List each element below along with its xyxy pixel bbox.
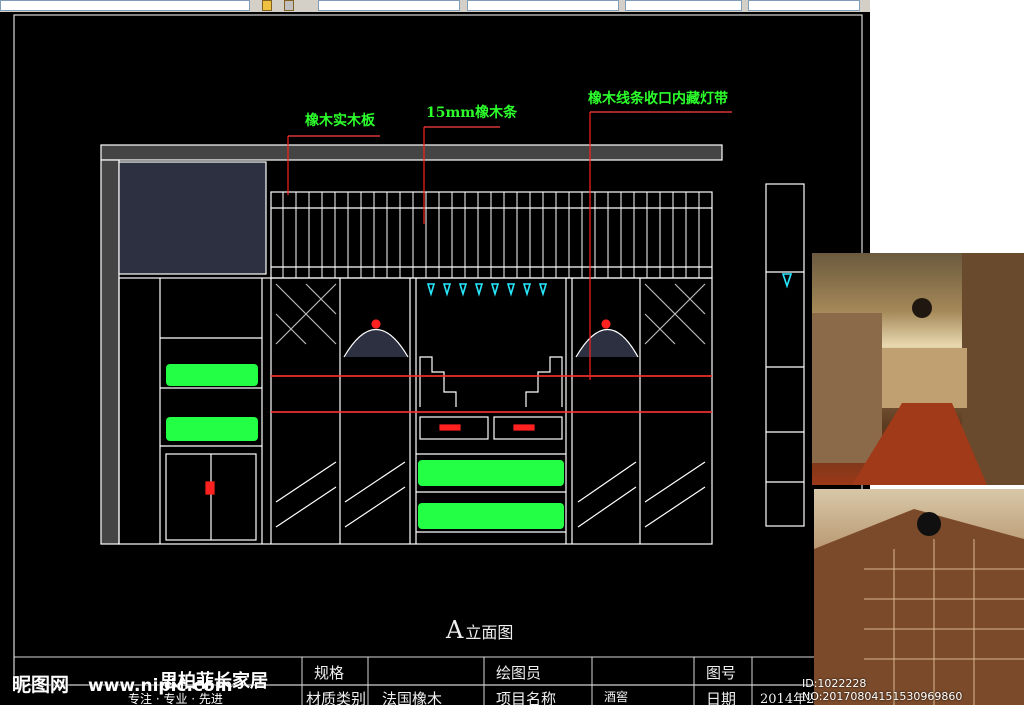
callout-oak-strip: 15mm橡木条 [426, 105, 518, 121]
cad-drawing-canvas[interactable]: 橡木实木板 15mm橡木条 橡木线条收口内藏灯带 A 立面图 规格 绘图员 图号 … [0, 12, 870, 708]
title-block-project-name: 项目名称 [496, 690, 557, 708]
title-block-drafter: 绘图员 [496, 664, 542, 682]
callout-oak-board: 橡木实木板 [305, 113, 375, 129]
linetype-dropdown[interactable] [467, 0, 619, 11]
stepped-rack-left [419, 356, 457, 407]
left-wall [100, 159, 120, 545]
cornice-slab [100, 144, 723, 161]
callout-oak-trim-light: 橡木线条收口内藏灯带 [588, 91, 728, 107]
color-dropdown[interactable] [318, 0, 460, 11]
wine-glasses [426, 273, 793, 297]
view-title-letter: A [446, 616, 464, 644]
title-block-drawing-no: 图号 [706, 664, 737, 682]
wine-cellar-photo [812, 253, 1024, 485]
diagonal-shelves-right [577, 461, 706, 528]
view-title-name: 立面图 [465, 623, 514, 642]
layer-state-icon[interactable] [262, 0, 272, 11]
plotstyle-dropdown[interactable] [748, 0, 860, 11]
watermark-slogan: 专注 · 专业 · 先进 [128, 692, 223, 706]
arch-niche-right [575, 329, 639, 358]
title-block-date: 日期 [706, 690, 737, 708]
wine-cellar-photo-sketch [814, 509, 1024, 705]
oak-slats [282, 192, 700, 278]
title-block-material-category: 材质类别 [306, 690, 367, 708]
side-section [765, 183, 805, 527]
title-block-material-value: 法国橡木 [382, 690, 443, 708]
watermark-id: ID:1022228 NO:20170804151530969860 [802, 677, 963, 703]
lattice-left [275, 283, 337, 345]
stepped-rack-right [525, 356, 563, 407]
layer-prev-icon[interactable] [284, 0, 294, 11]
title-block-project-value: 酒窖 [604, 690, 629, 704]
oak-board-panel [118, 161, 267, 275]
callout-leaders [205, 111, 732, 495]
watermark-logo: 昵图网 [12, 674, 70, 696]
arch-niche-left [343, 329, 409, 358]
lineweight-dropdown[interactable] [625, 0, 742, 11]
wine-cellar-photo-sketch [812, 253, 1024, 485]
title-block-spec: 规格 [314, 664, 345, 682]
layer-dropdown[interactable] [0, 0, 250, 11]
wine-cellar-photo [814, 489, 1024, 705]
view-title: A 立面图 [446, 616, 513, 644]
lattice-right [644, 283, 706, 345]
